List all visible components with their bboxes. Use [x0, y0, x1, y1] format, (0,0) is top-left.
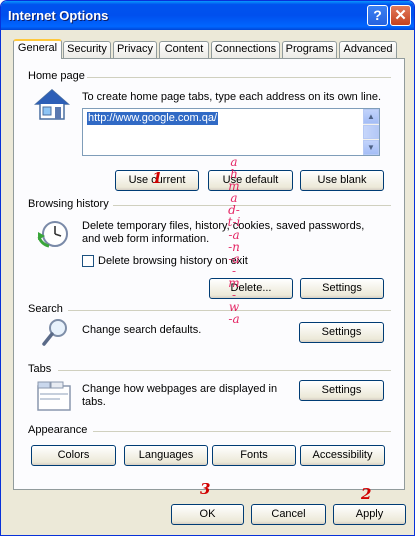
help-icon: ?: [373, 7, 382, 23]
annotation-number-3: 3: [200, 480, 211, 498]
accessibility-button[interactable]: Accessibility: [300, 445, 385, 466]
appearance-separator: [93, 431, 391, 432]
tabs-settings-button[interactable]: Settings: [299, 380, 384, 401]
browsing-history-heading: Browsing history: [28, 198, 109, 210]
tab-programs[interactable]: Programs: [282, 41, 337, 58]
delete-on-exit-label[interactable]: Delete browsing history on exit: [98, 255, 248, 268]
browsing-history-separator: [113, 205, 391, 206]
title-bar[interactable]: Internet Options ? ✕: [1, 1, 414, 30]
home-page-separator: [87, 77, 391, 78]
help-button[interactable]: ?: [367, 5, 388, 26]
scroll-thumb[interactable]: [363, 125, 379, 139]
tab-privacy[interactable]: Privacy: [113, 41, 157, 58]
use-default-button[interactable]: Use default: [208, 170, 293, 191]
close-button[interactable]: ✕: [390, 5, 411, 26]
ok-button[interactable]: OK: [171, 504, 244, 525]
magnifier-icon: [42, 319, 67, 346]
tabs-heading: Tabs: [28, 363, 52, 375]
fonts-button[interactable]: Fonts: [212, 445, 296, 466]
scroll-up-icon[interactable]: ▲: [363, 109, 379, 124]
use-blank-button[interactable]: Use blank: [300, 170, 384, 191]
url-scrollbar[interactable]: ▲ ▼: [363, 109, 379, 155]
tab-connections[interactable]: Connections: [211, 41, 280, 58]
languages-button[interactable]: Languages: [124, 445, 208, 466]
cancel-button[interactable]: Cancel: [251, 504, 326, 525]
vertical-watermark: ahmad-t-i-a-n-a-m-w-a: [227, 155, 241, 327]
tabbed-window-icon: [37, 381, 71, 411]
tabs-separator: [58, 370, 391, 371]
house-icon: [34, 89, 70, 120]
tab-advanced[interactable]: Advanced: [339, 41, 397, 58]
search-heading: Search: [28, 303, 63, 315]
browsing-history-settings-button[interactable]: Settings: [300, 278, 384, 299]
scroll-down-icon[interactable]: ▼: [363, 140, 379, 155]
delete-button[interactable]: Delete...: [209, 278, 293, 299]
tab-content[interactable]: Content: [159, 41, 209, 58]
close-icon: ✕: [394, 7, 407, 24]
annotation-number-2: 2: [361, 485, 372, 503]
apply-button[interactable]: Apply: [333, 504, 406, 525]
window-title: Internet Options: [8, 8, 109, 23]
home-page-url-input[interactable]: http://www.google.com.qa/ ▲ ▼: [82, 108, 380, 156]
home-page-heading: Home page: [28, 70, 85, 82]
delete-on-exit-checkbox[interactable]: [82, 255, 94, 267]
home-page-url-text: http://www.google.com.qa/: [87, 112, 219, 125]
search-description: Change search defaults.: [82, 324, 202, 336]
colors-button[interactable]: Colors: [31, 445, 116, 466]
internet-options-dialog: Internet Options ? ✕ General Security Pr…: [0, 0, 415, 536]
annotation-number-1: 1: [152, 169, 163, 187]
appearance-heading: Appearance: [28, 424, 88, 436]
search-settings-button[interactable]: Settings: [299, 322, 384, 343]
history-clock-icon: [37, 221, 68, 248]
tabs-description: Change how webpages are displayed in tab…: [82, 383, 278, 408]
home-page-description: To create home page tabs, type each addr…: [82, 91, 382, 103]
tab-security[interactable]: Security: [63, 41, 111, 58]
tab-general[interactable]: General: [13, 39, 62, 59]
